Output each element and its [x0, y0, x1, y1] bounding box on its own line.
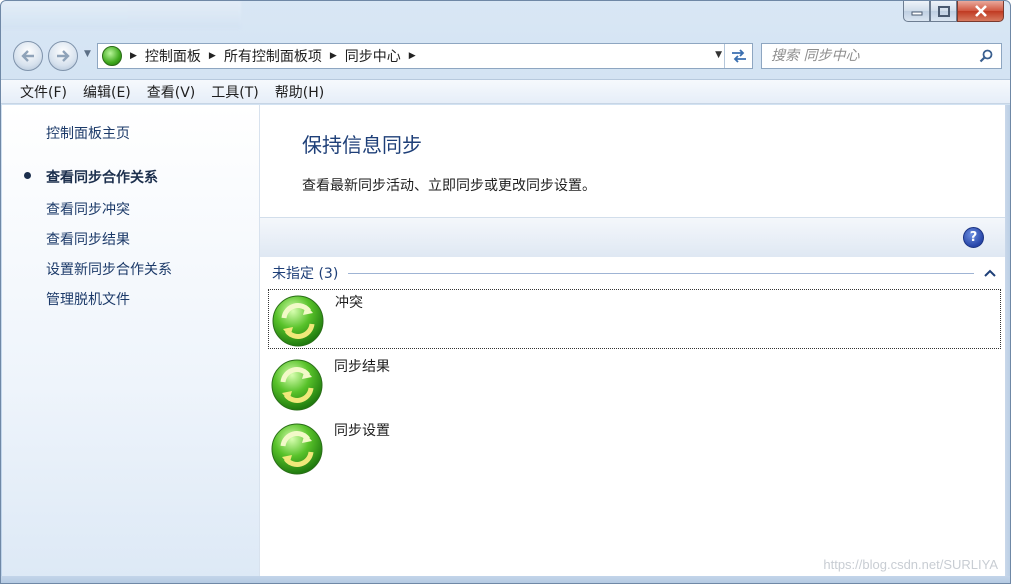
maximize-icon — [937, 5, 950, 17]
recent-pages-dropdown[interactable]: ▼ — [84, 49, 91, 59]
page-title: 保持信息同步 — [302, 133, 422, 157]
list-item-sync-settings[interactable]: 同步设置 — [268, 418, 1001, 478]
refresh-icon — [731, 49, 746, 63]
menu-view[interactable]: 查看(V) — [139, 82, 204, 102]
close-icon — [974, 5, 987, 17]
maximize-button[interactable] — [930, 1, 957, 22]
breadcrumb-arrow-icon[interactable]: ▶ — [209, 51, 216, 61]
navigation-bar: ▼ ▶ 控制面板 ▶ 所有控制面板项 ▶ 同步中心 ▶ ▼ — [1, 37, 1010, 75]
list-item-conflicts[interactable]: 冲突 — [268, 289, 1001, 349]
sidebar-link-view-results[interactable]: 查看同步结果 — [46, 229, 130, 249]
menu-tools[interactable]: 工具(T) — [203, 82, 266, 102]
main-content: 保持信息同步 查看最新同步活动、立即同步或更改同步设置。 ? 未指定 (3) 冲… — [259, 105, 1005, 576]
breadcrumb-arrow-icon[interactable]: ▶ — [330, 51, 337, 61]
forward-arrow-icon — [57, 50, 70, 62]
list-item-sync-results[interactable]: 同步结果 — [268, 354, 1001, 414]
address-bar[interactable]: ▶ 控制面板 ▶ 所有控制面板项 ▶ 同步中心 ▶ ▼ — [97, 43, 753, 69]
current-page-bullet-icon — [24, 172, 31, 179]
breadcrumb-sync-center[interactable]: 同步中心 — [345, 46, 401, 66]
address-dropdown-icon[interactable]: ▼ — [715, 50, 722, 60]
menu-edit[interactable]: 编辑(E) — [75, 82, 139, 102]
search-icon[interactable] — [979, 49, 993, 63]
group-label: 未指定 (3) — [272, 266, 339, 282]
sync-icon — [271, 423, 323, 475]
breadcrumb-all-items[interactable]: 所有控制面板项 — [224, 46, 322, 66]
window-bottom-border — [1, 576, 1010, 583]
refresh-button[interactable] — [724, 44, 752, 68]
task-pane: 控制面板主页 查看同步合作关系 查看同步冲突 查看同步结果 设置新同步合作关系 … — [2, 105, 259, 576]
sidebar-link-view-conflicts[interactable]: 查看同步冲突 — [46, 199, 130, 219]
sync-center-icon — [102, 46, 122, 66]
minimize-button[interactable] — [903, 1, 930, 22]
forward-button[interactable] — [48, 41, 78, 71]
sync-icon — [271, 359, 323, 411]
sync-icon — [272, 295, 324, 347]
group-header[interactable]: 未指定 (3) — [272, 263, 1002, 283]
breadcrumb-arrow-icon[interactable]: ▶ — [409, 51, 416, 61]
page-description: 查看最新同步活动、立即同步或更改同步设置。 — [302, 178, 596, 194]
command-bar: ? — [260, 217, 1005, 257]
search-input[interactable] — [771, 48, 971, 64]
sync-center-window: ▼ ▶ 控制面板 ▶ 所有控制面板项 ▶ 同步中心 ▶ ▼ 文件(F) 编辑(E… — [0, 0, 1011, 584]
sidebar-link-control-panel-home[interactable]: 控制面板主页 — [46, 123, 130, 143]
caption-buttons — [903, 1, 1004, 25]
item-label: 冲突 — [335, 295, 363, 311]
sidebar-link-setup-partnership[interactable]: 设置新同步合作关系 — [46, 259, 172, 279]
item-label: 同步设置 — [334, 423, 390, 439]
title-bar[interactable] — [1, 1, 241, 29]
breadcrumb-arrow-icon[interactable]: ▶ — [130, 51, 137, 61]
back-arrow-icon — [21, 50, 34, 62]
back-button[interactable] — [13, 41, 43, 71]
sidebar-link-manage-offline-files[interactable]: 管理脱机文件 — [46, 289, 130, 309]
item-label: 同步结果 — [334, 359, 390, 375]
watermark-text: https://blog.csdn.net/SURLIYA — [823, 557, 998, 572]
sidebar-link-view-partnerships[interactable]: 查看同步合作关系 — [46, 167, 158, 187]
menu-help[interactable]: 帮助(H) — [267, 82, 332, 102]
menu-file[interactable]: 文件(F) — [12, 82, 75, 102]
window-right-border — [1005, 105, 1010, 576]
breadcrumb-control-panel[interactable]: 控制面板 — [145, 46, 201, 66]
close-button[interactable] — [957, 1, 1004, 22]
collapse-chevron-icon[interactable] — [984, 266, 996, 280]
menu-bar: 文件(F) 编辑(E) 查看(V) 工具(T) 帮助(H) — [1, 79, 1010, 104]
minimize-icon — [911, 11, 922, 16]
help-icon[interactable]: ? — [963, 227, 984, 248]
group-divider — [348, 272, 974, 274]
search-box[interactable] — [761, 43, 1002, 69]
